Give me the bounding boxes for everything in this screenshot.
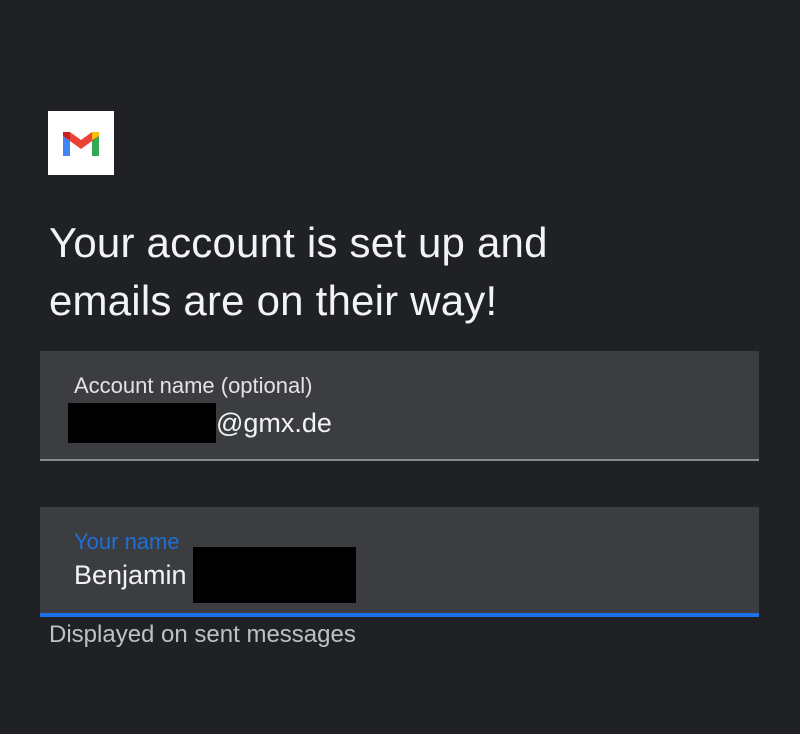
your-name-field[interactable]: Your name Benjamin: [40, 507, 759, 617]
page-title-line-2: emails are on their way!: [49, 277, 498, 324]
page-title-line-1: Your account is set up and: [49, 219, 548, 266]
your-name-first: Benjamin: [74, 560, 187, 590]
gmail-logo: [48, 111, 114, 175]
your-name-helper-text: Displayed on sent messages: [49, 621, 356, 648]
redacted-surname: [192, 547, 356, 603]
gmail-logo-icon: [63, 132, 99, 156]
account-name-field[interactable]: Account name (optional) @gmx.de: [40, 351, 759, 461]
account-name-label: Account name (optional): [74, 373, 313, 398]
account-setup-screen: Your account is set up and emails are on…: [0, 0, 800, 734]
page-title: Your account is set up and emails are on…: [49, 214, 769, 330]
redacted-email-user: [68, 403, 216, 443]
your-name-value-row[interactable]: Benjamin: [74, 547, 356, 603]
account-name-value-row[interactable]: @gmx.de: [68, 403, 332, 443]
account-name-domain: @gmx.de: [216, 408, 332, 438]
